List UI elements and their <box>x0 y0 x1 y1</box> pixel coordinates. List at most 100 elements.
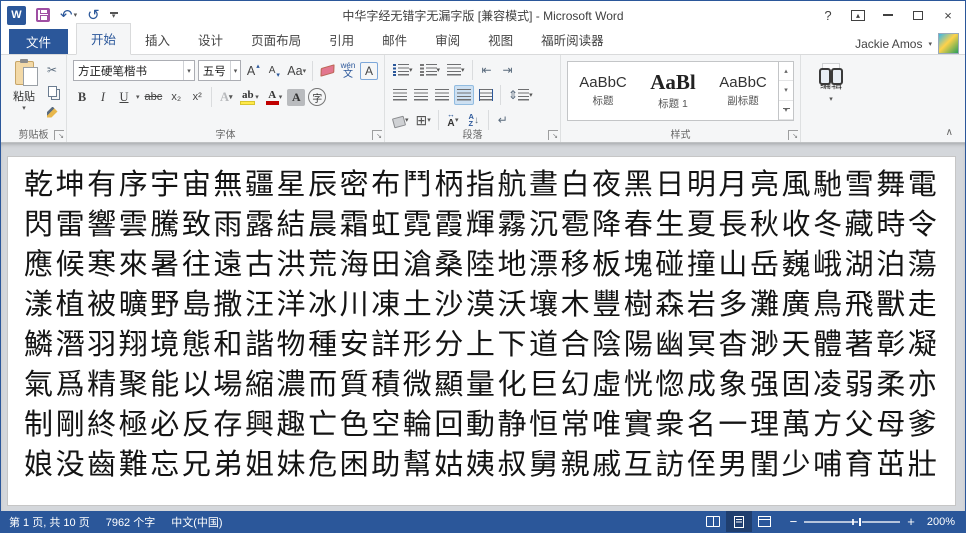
print-layout-button[interactable] <box>726 511 752 532</box>
character-shading-button[interactable]: A <box>287 89 305 106</box>
superscript-button[interactable]: x² <box>188 87 206 107</box>
word-app-icon[interactable]: W <box>7 6 26 25</box>
align-center-button[interactable] <box>412 85 430 105</box>
account-avatar[interactable] <box>938 33 959 54</box>
paste-dropdown-icon[interactable]: ▾ <box>22 104 26 112</box>
styles-group-label: 样式 <box>561 126 800 141</box>
tab-references[interactable]: 引用 <box>315 25 368 55</box>
zoom-level[interactable]: 200% <box>925 516 965 528</box>
close-button[interactable]: × <box>933 1 963 29</box>
clear-formatting-button[interactable] <box>318 61 336 81</box>
tab-foxit-reader[interactable]: 福昕阅读器 <box>527 25 618 55</box>
styles-dialog-launcher[interactable]: ↘ <box>788 130 798 140</box>
multilevel-list-button[interactable]: ▾ <box>445 60 467 80</box>
formatting-marks-icon: ↵ <box>498 113 508 127</box>
page-number-status[interactable]: 第 1 页, 共 10 页 <box>1 514 98 530</box>
text-highlight-button[interactable]: ab▾ <box>238 87 261 107</box>
tab-design[interactable]: 设计 <box>184 25 237 55</box>
decrease-indent-icon: ⇤ <box>482 63 492 77</box>
undo-icon: ↶ <box>60 8 73 23</box>
word-count-status[interactable]: 7962 个字 <box>98 514 164 530</box>
document-line: 乾坤有序宇宙無疆星辰密布鬥柄指航晝白夜黑日明月亮風馳雪舞電 <box>24 162 937 202</box>
editing-group: 编辑 ▾ <box>801 55 861 142</box>
undo-button[interactable]: ↶▾ <box>60 8 77 23</box>
shrink-font-button[interactable]: A▾ <box>265 61 283 81</box>
style-title[interactable]: AaBbC 标题 <box>568 62 638 120</box>
styles-scroll-down-button[interactable]: ▾ <box>779 81 793 100</box>
strikethrough-button[interactable]: abc <box>143 87 165 107</box>
grow-font-button[interactable]: A▴ <box>244 61 262 81</box>
editing-dropdown-icon: ▾ <box>829 95 833 103</box>
underline-dropdown-icon[interactable]: ▾ <box>136 93 140 101</box>
document-line: 應候寒來暑往遠古洪荒海田滄桑陸地漂移板塊碰撞山岳巍峨湖泊蕩 <box>24 242 937 282</box>
ribbon-display-options-button[interactable]: ▴ <box>843 1 873 29</box>
font-size-combo[interactable]: 五号 ▾ <box>198 60 242 81</box>
copy-button[interactable] <box>43 83 61 99</box>
paste-button[interactable]: 粘贴 ▾ <box>5 59 43 127</box>
help-button[interactable]: ? <box>813 1 843 29</box>
align-left-button[interactable] <box>391 85 409 105</box>
minimize-button[interactable] <box>873 1 903 29</box>
distribute-button[interactable] <box>477 85 495 105</box>
justify-button[interactable] <box>454 85 474 105</box>
tab-page-layout[interactable]: 页面布局 <box>237 25 315 55</box>
document-text: 乾坤有序宇宙無疆星辰密布鬥柄指航晝白夜黑日明月亮風馳雪舞電閃雷響雲騰致雨露結晨霜… <box>8 157 955 482</box>
tab-mailings[interactable]: 邮件 <box>368 25 421 55</box>
font-name-combo[interactable]: 方正硬笔楷书 ▾ <box>73 60 195 81</box>
phonetic-guide-button[interactable]: wén文 <box>339 61 357 81</box>
format-painter-button[interactable] <box>43 104 61 120</box>
font-color-icon: A <box>266 87 279 107</box>
zoom-control: − + <box>778 515 925 528</box>
zoom-slider-handle[interactable] <box>858 517 862 527</box>
zoom-slider[interactable] <box>804 521 900 523</box>
redo-button[interactable]: ↺ <box>87 8 100 23</box>
web-layout-button[interactable] <box>752 511 778 532</box>
text-effects-button[interactable]: A▾ <box>217 87 235 107</box>
find-button[interactable] <box>822 63 840 73</box>
change-case-button[interactable]: Aa▾ <box>286 61 307 81</box>
decrease-indent-button[interactable]: ⇤ <box>478 60 496 80</box>
style-subtitle[interactable]: AaBbC 副标题 <box>708 62 778 120</box>
paragraph-dialog-launcher[interactable]: ↘ <box>548 130 558 140</box>
align-right-button[interactable] <box>433 85 451 105</box>
zoom-in-button[interactable]: + <box>907 515 915 528</box>
collapse-ribbon-button[interactable]: ∧ <box>946 127 953 138</box>
increase-indent-button[interactable]: ⇥ <box>499 60 517 80</box>
clipboard-dialog-launcher[interactable]: ↘ <box>54 130 64 140</box>
justify-icon <box>457 89 471 101</box>
zoom-out-button[interactable]: − <box>790 515 798 528</box>
tab-home[interactable]: 开始 <box>76 23 131 55</box>
editing-menu-button[interactable]: 编辑 ▾ <box>820 59 842 127</box>
styles-scroll-up-button[interactable]: ▴ <box>779 62 793 81</box>
font-name-dropdown-icon[interactable]: ▾ <box>183 61 194 80</box>
customize-qat-button[interactable]: ▾ <box>110 12 118 18</box>
tab-file[interactable]: 文件 <box>9 29 68 54</box>
document-page[interactable]: 乾坤有序宇宙無疆星辰密布鬥柄指航晝白夜黑日明月亮風馳雪舞電閃雷響雲騰致雨露結晨霜… <box>7 156 956 506</box>
read-mode-button[interactable] <box>700 511 726 532</box>
bold-button[interactable]: B <box>73 87 91 107</box>
account-menu[interactable]: Jackie Amos ▾ <box>855 33 965 54</box>
tab-view[interactable]: 视图 <box>474 25 527 55</box>
underline-button[interactable]: U <box>115 87 133 107</box>
enclose-characters-button[interactable]: 字 <box>308 88 326 106</box>
undo-dropdown-icon[interactable]: ▾ <box>74 12 78 19</box>
font-dialog-launcher[interactable]: ↘ <box>372 130 382 140</box>
styles-more-button[interactable]: ▾ <box>779 101 793 120</box>
maximize-button[interactable] <box>903 1 933 29</box>
bullets-button[interactable]: ▾ <box>391 60 415 80</box>
tab-insert[interactable]: 插入 <box>131 25 184 55</box>
font-size-dropdown-icon[interactable]: ▾ <box>230 61 241 80</box>
italic-button[interactable]: I <box>94 87 112 107</box>
subscript-button[interactable]: x₂ <box>167 87 185 107</box>
save-button[interactable] <box>36 8 50 22</box>
numbering-button[interactable]: ▾ <box>418 60 443 80</box>
tab-review[interactable]: 审阅 <box>421 25 474 55</box>
font-color-button[interactable]: A▾ <box>264 87 285 107</box>
style-heading1[interactable]: AaBl 标题 1 <box>638 62 708 120</box>
character-border-button[interactable]: A <box>360 62 378 80</box>
paragraph-group: ▾ ▾ ▾ ⇤ ⇥ ⇕▾ ▾ ⊞▾ ↔A▾ AZ↓ <box>385 55 561 142</box>
style-title-preview: AaBbC <box>579 75 627 90</box>
line-spacing-button[interactable]: ⇕▾ <box>506 85 535 105</box>
language-status[interactable]: 中文(中国) <box>163 514 230 530</box>
cut-button[interactable]: ✂ <box>43 62 61 78</box>
